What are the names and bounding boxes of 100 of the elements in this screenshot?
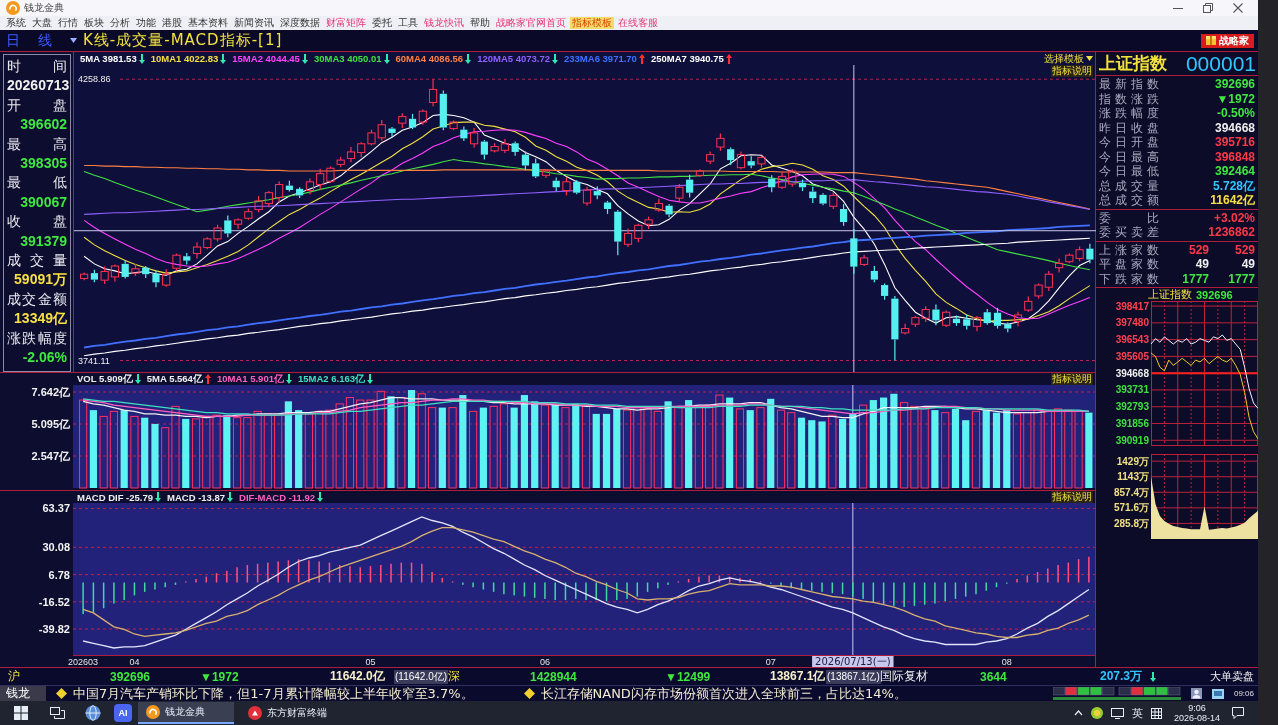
index-value: 392696 (110, 669, 152, 684)
field-value: 49 (1194, 257, 1209, 272)
field-value: 390067 (19, 192, 67, 212)
legend-text: 5MA 3981.53 (80, 53, 137, 64)
field-value: 13349亿 (13, 309, 67, 329)
cursor-date-label: 2026/07/13(一) (812, 656, 894, 667)
legend-text: VOL 5.909亿 (77, 372, 133, 386)
field-label: 下跌家数 (1099, 271, 1159, 286)
field-label: 今日最低 (1099, 164, 1159, 179)
axis-label: 394668 (1115, 367, 1149, 379)
field-value: 392696 (1214, 77, 1255, 92)
axis-label: 285.8万 (1113, 517, 1149, 529)
date-label: 08 (1001, 657, 1012, 667)
axis-label: 396543 (1115, 334, 1149, 346)
axis-label: -16.52 (38, 595, 70, 608)
field-label: 开盘 (7, 95, 67, 115)
legend-text: 60MA4 4086.56 (395, 53, 464, 64)
field-value: 398305 (19, 154, 67, 174)
field-label: 最低 (7, 173, 67, 193)
field-value: 396848 (1214, 149, 1255, 164)
axis-label: 1429万 (1116, 455, 1149, 467)
field-label: 昨日收盘 (1099, 120, 1159, 135)
index-change: ▼1972 (200, 669, 240, 684)
legend-text: MACD DIF -25.79 (77, 491, 153, 503)
axis-label: -39.82 (38, 623, 70, 636)
market-label: 深 (448, 668, 461, 685)
turnover-detail: (11642.0亿) (394, 669, 449, 684)
field-label: 委买卖差 (1099, 225, 1159, 240)
field-value: 395716 (1214, 135, 1255, 150)
field-label: 今日开盘 (1099, 135, 1159, 150)
legend-text: 10MA1 4022.83 (150, 53, 219, 64)
stock-price: 3644 (980, 669, 1008, 684)
market-label: 沪 (8, 668, 21, 685)
axis-label: 571.6万 (1113, 502, 1149, 514)
index-value: 392696 (1196, 288, 1233, 301)
field-label: 最新指数 (1099, 77, 1159, 92)
field-value: 394668 (1214, 120, 1255, 135)
field-label: 今日最高 (1099, 149, 1159, 164)
clock-text: 09:06 (1233, 689, 1254, 698)
axis-label: 1143万 (1117, 471, 1149, 483)
axis-label: 398417 (1115, 301, 1149, 312)
axis-label: 30.08 (42, 541, 70, 554)
axis-label: 4258.86 (78, 74, 111, 85)
turnover-detail: (13867.1亿) (826, 669, 881, 684)
field-value: 11642亿 (1210, 193, 1255, 208)
date-label: 07 (765, 657, 776, 667)
field-value: +3.02% (1213, 210, 1255, 225)
axis-label: 395605 (1115, 350, 1149, 362)
date-label: 05 (365, 657, 376, 667)
legend-text: MACD -13.87 (167, 491, 226, 503)
field-value: 529 (1187, 242, 1209, 257)
order-flow-label: 大单卖盘 (1210, 669, 1255, 684)
field-value: 391379 (19, 231, 67, 251)
field-value: 5.728亿 (1212, 178, 1255, 193)
axis-label: 2.547亿 (31, 450, 70, 462)
chart-title: K线-成交量-MACD指标-[1] (83, 31, 283, 50)
legend-text: 5MA 5.564亿 (146, 372, 203, 386)
field-value: 1777 (1227, 271, 1255, 286)
security-name: 上证指数 (1099, 52, 1167, 75)
axis-label: 6.78 (48, 568, 70, 581)
axis-label: 392793 (1115, 401, 1149, 413)
field-label: 指数涨跌 (1099, 91, 1159, 106)
axis-label: 397480 (1115, 317, 1149, 329)
chart-title: 上证指数 (1148, 287, 1192, 302)
date-label: 06 (539, 657, 550, 667)
axis-label: 7.642亿 (31, 386, 70, 398)
axis-label: 390919 (1115, 434, 1149, 446)
field-label: 涨跌幅度 (1099, 106, 1159, 121)
turnover-value: 13867.1亿 (770, 668, 826, 685)
field-value: 396602 (19, 115, 67, 135)
index-change: ▼12499 (665, 669, 712, 684)
legend-text: DIF-MACD -11.92 (239, 491, 316, 503)
field-label: 总成交量 (1099, 178, 1159, 193)
axis-label: 393731 (1115, 384, 1149, 396)
field-label: 最高 (7, 134, 67, 154)
news-source: 钱龙 (0, 686, 46, 701)
stock-volume: 207.3万 (1100, 668, 1144, 685)
field-value: 529 (1233, 242, 1255, 257)
field-value: 392464 (1214, 164, 1255, 179)
security-code: 000001 (1185, 51, 1256, 76)
field-value: 1777 (1181, 271, 1209, 286)
field-value: 49 (1240, 257, 1255, 272)
field-label: 平盘家数 (1099, 257, 1159, 272)
field-label: 涨跌幅度 (7, 328, 67, 348)
field-label: 收盘 (7, 212, 67, 232)
legend-text: 10MA1 5.901亿 (216, 372, 284, 386)
legend-text: 120MA5 4073.72 (477, 53, 550, 64)
axis-label: 63.37 (42, 503, 70, 515)
legend-text: 233MA6 3971.70 (564, 53, 637, 64)
field-value: 59091万 (13, 270, 67, 290)
date-label: 202603 (68, 657, 99, 667)
axis-label: 391856 (1115, 418, 1149, 429)
field-label: 成交量 (7, 251, 67, 271)
date-label: 04 (129, 657, 140, 667)
field-value: ▼1972 (1216, 91, 1255, 106)
axis-label: 857.4万 (1113, 486, 1149, 498)
field-label: 上涨家数 (1099, 242, 1159, 257)
window-title: 钱龙金典 (24, 1, 64, 15)
axis-label: 3741.11 (78, 355, 110, 366)
index-value: 1428944 (530, 669, 578, 684)
